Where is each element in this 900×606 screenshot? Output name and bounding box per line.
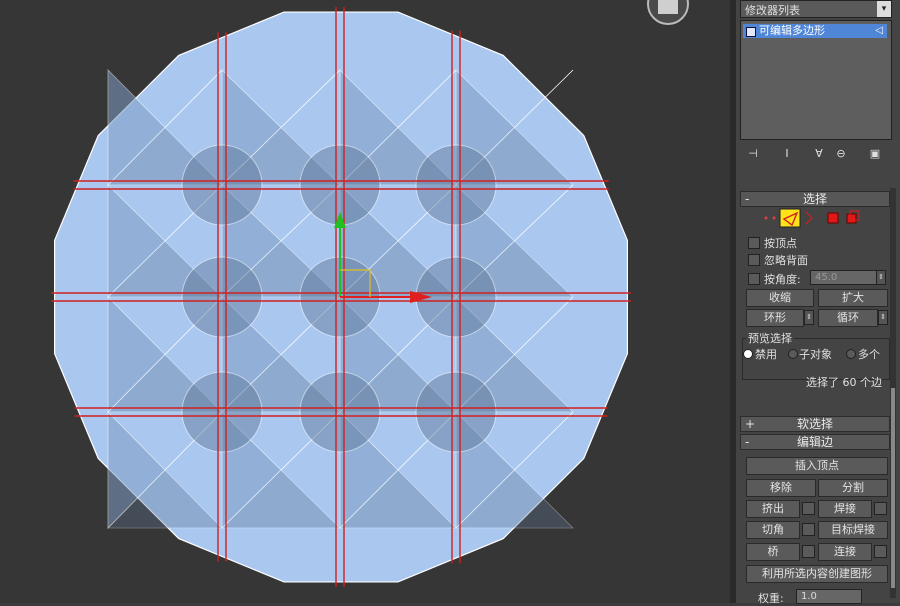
stack-item-bullet-icon bbox=[746, 27, 756, 37]
edit-edges-title: 编辑边 bbox=[796, 435, 833, 449]
vertex-well bbox=[415, 371, 497, 453]
chamfer-settings-icon[interactable] bbox=[802, 523, 815, 536]
insert-vertex-button[interactable]: 插入顶点 bbox=[746, 457, 888, 475]
remove-modifier-icon[interactable]: ⊖ bbox=[832, 146, 850, 162]
loop-button[interactable]: 循环 bbox=[818, 309, 878, 327]
modifier-list-label: 修改器列表 bbox=[745, 4, 800, 17]
loop-spinner-icon[interactable]: ⇕ bbox=[878, 310, 888, 325]
preview-multi-radio[interactable] bbox=[846, 349, 856, 359]
by-angle-spinner[interactable]: 45.0 bbox=[810, 270, 880, 285]
vertex-well bbox=[181, 371, 263, 453]
scrollbar-thumb[interactable] bbox=[891, 388, 895, 588]
preview-selection-title: 预览选择 bbox=[746, 330, 794, 346]
connect-settings-icon[interactable] bbox=[874, 545, 887, 558]
edge-mode-active-icon[interactable] bbox=[779, 208, 801, 228]
ring-button[interactable]: 环形 bbox=[746, 309, 804, 327]
extrude-settings-icon[interactable] bbox=[802, 502, 815, 515]
shrink-button[interactable]: 收缩 bbox=[746, 289, 814, 307]
preview-disabled-label: 禁用 bbox=[755, 348, 777, 361]
edge-mode-icon: ◁ bbox=[875, 25, 883, 36]
grow-button[interactable]: 扩大 bbox=[818, 289, 888, 307]
remove-button[interactable]: 移除 bbox=[746, 479, 816, 497]
command-panel: 修改器列表 ▾ 可编辑多边形 ◁ ⊣ Ⅰ ∀ ⊖ ▣ - 选择 按顶点 忽略背面… bbox=[736, 0, 900, 605]
preview-subobject-label: 子对象 bbox=[799, 348, 832, 361]
viewcube-face-icon bbox=[658, 0, 678, 14]
split-button[interactable]: 分割 bbox=[818, 479, 888, 497]
vertex-well bbox=[299, 371, 381, 453]
chamfer-button[interactable]: 切角 bbox=[746, 521, 800, 539]
show-end-result-icon[interactable]: Ⅰ bbox=[778, 146, 796, 162]
soft-selection-rollout-header[interactable]: + 软选择 bbox=[740, 416, 890, 432]
weight-label: 权重: bbox=[758, 592, 784, 605]
bridge-settings-icon[interactable] bbox=[802, 545, 815, 558]
by-vertex-label: 按顶点 bbox=[764, 237, 797, 250]
ring-spinner-icon[interactable]: ⇕ bbox=[804, 310, 814, 325]
modifier-stack[interactable]: 可编辑多边形 ◁ bbox=[740, 20, 892, 140]
weld-button[interactable]: 焊接 bbox=[818, 500, 872, 518]
spinner-arrows-icon[interactable]: ⇕ bbox=[876, 270, 886, 285]
viewport[interactable] bbox=[0, 0, 730, 603]
target-weld-button[interactable]: 目标焊接 bbox=[818, 521, 888, 539]
by-angle-checkbox[interactable] bbox=[748, 273, 760, 285]
expand-icon: + bbox=[745, 417, 756, 431]
preview-subobject-radio[interactable] bbox=[788, 349, 798, 359]
selection-rollout-header[interactable]: - 选择 bbox=[740, 191, 890, 207]
polygon-mesh[interactable] bbox=[0, 0, 730, 603]
selection-rollout-title: 选择 bbox=[802, 192, 827, 206]
extrude-button[interactable]: 挤出 bbox=[746, 500, 800, 518]
bridge-button[interactable]: 桥 bbox=[746, 543, 800, 561]
vertex-well bbox=[415, 144, 497, 226]
by-vertex-checkbox[interactable] bbox=[748, 237, 760, 249]
preview-disabled-radio[interactable] bbox=[743, 349, 753, 359]
vertex-mode-icon[interactable] bbox=[764, 216, 776, 220]
preview-multi-label: 多个 bbox=[858, 348, 880, 361]
polygon-mode-icon[interactable] bbox=[827, 212, 839, 224]
by-angle-label: 按角度: bbox=[764, 273, 801, 286]
ignore-backfacing-label: 忽略背面 bbox=[764, 254, 808, 267]
collapse-icon: - bbox=[745, 435, 750, 449]
stack-item-label: 可编辑多边形 bbox=[759, 24, 825, 37]
chevron-down-icon[interactable]: ▾ bbox=[877, 1, 891, 17]
configure-sets-icon[interactable]: ▣ bbox=[866, 146, 884, 162]
panel-scrollbar[interactable] bbox=[890, 188, 896, 598]
weld-settings-icon[interactable] bbox=[874, 502, 887, 515]
stack-item-editable-poly[interactable]: 可编辑多边形 ◁ bbox=[743, 24, 887, 38]
vertex-well bbox=[181, 256, 263, 338]
subobject-mode-bar bbox=[764, 208, 860, 228]
edit-edges-rollout-header[interactable]: - 编辑边 bbox=[740, 434, 890, 450]
create-shape-button[interactable]: 利用所选内容创建图形 bbox=[746, 565, 888, 583]
ignore-backfacing-checkbox[interactable] bbox=[748, 254, 760, 266]
make-unique-icon[interactable]: ∀ bbox=[810, 146, 828, 162]
border-mode-icon[interactable] bbox=[805, 211, 813, 225]
connect-button[interactable]: 连接 bbox=[818, 543, 872, 561]
weight-spinner[interactable]: 1.0 bbox=[796, 589, 862, 604]
element-mode-icon[interactable] bbox=[846, 210, 860, 224]
modifier-list-dropdown[interactable]: 修改器列表 ▾ bbox=[740, 0, 892, 18]
collapse-icon: - bbox=[745, 192, 750, 206]
vertex-well bbox=[181, 144, 263, 226]
soft-selection-title: 软选择 bbox=[796, 417, 833, 431]
pin-stack-icon[interactable]: ⊣ bbox=[744, 146, 762, 162]
selection-status: 选择了 60 个边 bbox=[806, 376, 882, 389]
